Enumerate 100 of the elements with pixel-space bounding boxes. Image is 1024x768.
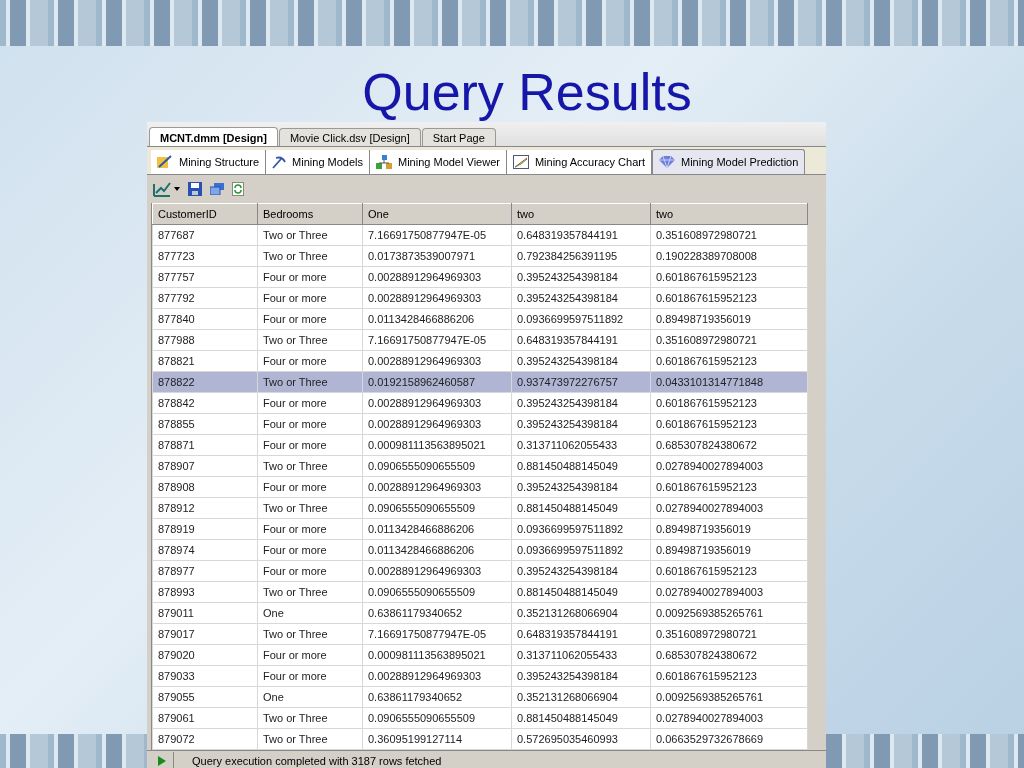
table-cell: 879020 (152, 644, 258, 666)
selected-row[interactable]: 878822 Two or Three 0.0192158962460587 0.937473972276757 0.0433101314771848 (152, 371, 808, 393)
table-cell: 0.648319357844191 (511, 224, 651, 246)
table-cell: Four or more (257, 266, 363, 288)
table-cell: 0.395243254398184 (511, 266, 651, 288)
table-cell: Two or Three (257, 329, 363, 351)
table-row[interactable]: 877757 Four or more 0.00288912964969303 0.395243254398184 0.601867615952123 (152, 266, 808, 288)
table-cell: 878977 (152, 560, 258, 582)
table-cell: 0.601867615952123 (650, 266, 808, 288)
table-row[interactable]: 879061 Two or Three 0.0906555090655509 0.881450488145049 0.0278940027894003 (152, 707, 808, 729)
table-row[interactable]: 878919 Four or more 0.0113428466886206 0.0936699597511892 0.89498719356019 (152, 518, 808, 540)
document-tab[interactable]: Start Page (421, 128, 496, 146)
table-cell: 0.0936699597511892 (511, 539, 651, 561)
table-row[interactable]: 878912 Two or Three 0.0906555090655509 0.881450488145049 0.0278940027894003 (152, 497, 808, 519)
save-icon[interactable] (188, 182, 202, 196)
ruler-pencil-icon (157, 155, 173, 169)
table-cell: 0.00288912964969303 (362, 413, 512, 435)
table-cell: 0.0092569385265761 (650, 602, 808, 624)
table-cell: 879033 (152, 665, 258, 687)
column-header[interactable]: CustomerID (152, 203, 258, 225)
table-cell: Two or Three (257, 224, 363, 246)
table-cell: Four or more (257, 644, 363, 666)
column-header[interactable]: two (650, 203, 808, 225)
column-header[interactable]: Bedrooms (257, 203, 363, 225)
table-cell: 0.881450488145049 (511, 707, 651, 729)
table-cell: 0.0173873539007971 (362, 245, 512, 267)
table-cell: 0.00288912964969303 (362, 560, 512, 582)
table-cell: 878821 (152, 350, 258, 372)
windows-icon[interactable] (210, 183, 224, 195)
table-row[interactable]: 877988 Two or Three 7.16691750877947E-05 0.648319357844191 0.351608972980721 (152, 329, 808, 351)
table-cell: 0.395243254398184 (511, 413, 651, 435)
caret-icon[interactable] (174, 187, 180, 191)
table-row[interactable]: 878907 Two or Three 0.0906555090655509 0.881450488145049 0.0278940027894003 (152, 455, 808, 477)
table-cell: 0.601867615952123 (650, 413, 808, 435)
table-cell: Four or more (257, 560, 363, 582)
table-cell: 0.881450488145049 (511, 581, 651, 603)
diamond-icon (658, 156, 675, 168)
designer-tab[interactable]: Mining Model Prediction (651, 149, 806, 174)
table-cell: 0.648319357844191 (511, 329, 651, 351)
table-cell: 0.00288912964969303 (362, 266, 512, 288)
table-row[interactable]: 878977 Four or more 0.00288912964969303 0.395243254398184 0.601867615952123 (152, 560, 808, 582)
table-row[interactable]: 877723 Two or Three 0.0173873539007971 0.792384256391195 0.190228389708008 (152, 245, 808, 267)
table-row[interactable]: 877687 Two or Three 7.16691750877947E-05 0.648319357844191 0.351608972980721 (152, 224, 808, 246)
table-cell: Four or more (257, 434, 363, 456)
table-cell: 0.601867615952123 (650, 560, 808, 582)
line-chart-icon (512, 155, 529, 169)
table-cell: Two or Three (257, 581, 363, 603)
chart-pen-icon[interactable] (153, 181, 171, 197)
table-cell: 0.881450488145049 (511, 455, 651, 477)
table-cell: 0.89498719356019 (650, 308, 808, 330)
table-cell: 877792 (152, 287, 258, 309)
table-cell: 0.352131268066904 (511, 686, 651, 708)
table-cell: 0.0278940027894003 (650, 581, 808, 603)
table-cell: 0.792384256391195 (511, 245, 651, 267)
table-cell: 0.63861179340652 (362, 686, 512, 708)
table-cell: 0.572695035460993 (511, 728, 651, 750)
table-cell: 0.0936699597511892 (511, 308, 651, 330)
table-row[interactable]: 879072 Two or Three 0.36095199127114 0.572695035460993 0.0663529732678669 (152, 728, 808, 750)
table-cell: 0.0278940027894003 (650, 455, 808, 477)
column-header[interactable]: One (362, 203, 512, 225)
table-cell: 0.601867615952123 (650, 476, 808, 498)
designer-tab[interactable]: Mining Models (266, 150, 370, 174)
table-row[interactable]: 878993 Two or Three 0.0906555090655509 0.881450488145049 0.0278940027894003 (152, 581, 808, 603)
designer-tab[interactable]: Mining Structure (151, 150, 267, 174)
table-cell: Four or more (257, 287, 363, 309)
table-cell: 0.00288912964969303 (362, 665, 512, 687)
table-row[interactable]: 879033 Four or more 0.00288912964969303 0.395243254398184 0.601867615952123 (152, 665, 808, 687)
document-tab[interactable]: MCNT.dmm [Design] (149, 127, 278, 146)
table-row[interactable]: 878871 Four or more 0.000981113563895021 0.313711062055433 0.685307824380672 (152, 434, 808, 456)
table-row[interactable]: 877840 Four or more 0.0113428466886206 0.0936699597511892 0.89498719356019 (152, 308, 808, 330)
designer-tab[interactable]: Mining Model Viewer (370, 150, 507, 174)
table-row[interactable]: 879011 One 0.63861179340652 0.352131268066904 0.0092569385265761 (152, 602, 808, 624)
table-row[interactable]: 878974 Four or more 0.0113428466886206 0.0936699597511892 0.89498719356019 (152, 539, 808, 561)
table-row[interactable]: 877792 Four or more 0.00288912964969303 0.395243254398184 0.601867615952123 (152, 287, 808, 309)
refresh-icon[interactable] (232, 182, 244, 196)
table-row[interactable]: 879020 Four or more 0.000981113563895021 0.313711062055433 0.685307824380672 (152, 644, 808, 666)
table-cell: Two or Three (257, 455, 363, 477)
table-cell: 0.000981113563895021 (362, 434, 512, 456)
table-cell: 7.16691750877947E-05 (362, 329, 512, 351)
table-cell: 878908 (152, 476, 258, 498)
table-row[interactable]: 878855 Four or more 0.00288912964969303 0.395243254398184 0.601867615952123 (152, 413, 808, 435)
table-row[interactable]: 878908 Four or more 0.00288912964969303 0.395243254398184 0.601867615952123 (152, 476, 808, 498)
table-cell: 0.36095199127114 (362, 728, 512, 750)
table-cell: 0.0906555090655509 (362, 581, 512, 603)
table-row[interactable]: 879017 Two or Three 7.16691750877947E-05 0.648319357844191 0.351608972980721 (152, 623, 808, 645)
column-header[interactable]: two (511, 203, 651, 225)
table-cell: 0.89498719356019 (650, 518, 808, 540)
table-cell: 0.395243254398184 (511, 392, 651, 414)
table-row[interactable]: 878842 Four or more 0.00288912964969303 0.395243254398184 0.601867615952123 (152, 392, 808, 414)
table-row[interactable]: 879055 One 0.63861179340652 0.352131268066904 0.0092569385265761 (152, 686, 808, 708)
table-row[interactable]: 878821 Four or more 0.00288912964969303 0.395243254398184 0.601867615952123 (152, 350, 808, 372)
table-cell: Four or more (257, 413, 363, 435)
designer-tab[interactable]: Mining Accuracy Chart (506, 150, 652, 174)
table-cell: 0.313711062055433 (511, 434, 651, 456)
hierarchy-icon (376, 155, 392, 169)
document-tab[interactable]: Movie Click.dsv [Design] (278, 128, 421, 146)
table-cell: 0.00288912964969303 (362, 392, 512, 414)
table-cell: 879072 (152, 728, 258, 750)
table-cell: One (257, 686, 363, 708)
table-cell: 0.63861179340652 (362, 602, 512, 624)
